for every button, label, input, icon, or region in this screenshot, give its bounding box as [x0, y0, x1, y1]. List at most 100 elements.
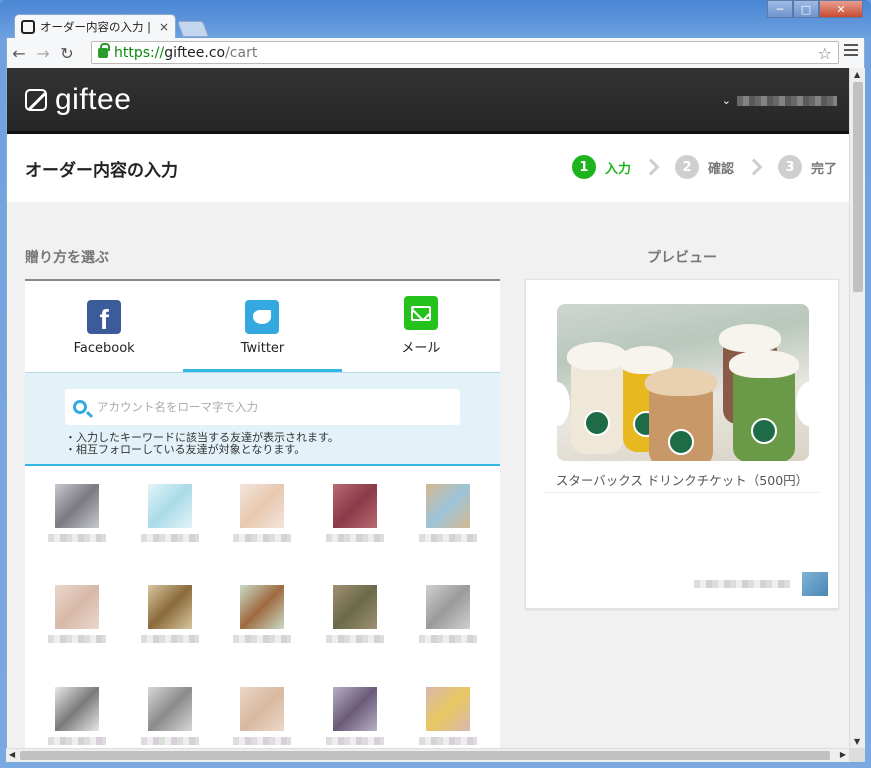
friend-item[interactable] [31, 585, 124, 664]
browser-tab[interactable]: オーダー内容の入力 | ソ × [14, 14, 176, 39]
search-icon [73, 400, 87, 414]
ticket-notch [557, 382, 570, 426]
favicon-icon [21, 20, 35, 34]
close-window-button[interactable]: ✕ [819, 0, 863, 18]
friend-name-redacted [326, 635, 385, 644]
friend-name-redacted [233, 736, 292, 745]
ticket-name: スターバックス ドリンクチケット（500円） [555, 473, 809, 488]
chevron-down-icon: ⌄ [721, 94, 731, 107]
tab-mail[interactable]: メール [342, 281, 500, 372]
address-bar[interactable]: https://giftee.co/cart ☆ [91, 41, 839, 64]
avatar [147, 585, 192, 630]
friend-item[interactable] [216, 585, 309, 664]
ticket-image [557, 304, 809, 461]
hint-line: ・相互フォローしている友達が対象となります。 [65, 443, 306, 456]
friend-item[interactable] [124, 484, 217, 563]
tab-facebook[interactable]: f Facebook [25, 281, 183, 372]
friend-name-redacted [140, 736, 199, 745]
friend-name-redacted [233, 635, 292, 644]
friend-item[interactable] [309, 686, 402, 748]
friend-grid [25, 466, 500, 748]
friend-item[interactable] [31, 484, 124, 563]
friend-name-redacted [418, 534, 477, 542]
friend-name-redacted [140, 534, 199, 542]
avatar [147, 686, 192, 731]
friend-item[interactable] [309, 585, 402, 664]
title-bar: オーダー内容の入力 1 入力 2 確認 3 完了 [7, 134, 849, 202]
search-input[interactable]: アカウント名をローマ字で入力 [65, 389, 460, 425]
maximize-button[interactable]: □ [793, 0, 819, 18]
method-label: Twitter [240, 341, 285, 356]
menu-icon[interactable] [844, 44, 858, 59]
url-scheme: https:// [114, 44, 165, 61]
friend-item[interactable] [124, 686, 217, 748]
friend-item[interactable] [309, 484, 402, 563]
step-confirm: 2 確認 [674, 155, 734, 179]
method-label: メール [401, 341, 441, 356]
giftee-logo[interactable]: giftee [25, 83, 131, 117]
giftee-logo-icon [25, 88, 47, 111]
back-icon[interactable]: ← [7, 41, 31, 65]
lock-icon [98, 42, 110, 58]
avatar [55, 484, 100, 528]
logo-text: giftee [55, 82, 132, 116]
friend-item[interactable] [401, 686, 494, 748]
step-label: 入力 [604, 161, 631, 177]
method-label: Facebook [73, 341, 135, 356]
scrollbar-corner [849, 748, 865, 762]
method-tabs: f Facebook Twitter メール [25, 281, 500, 372]
page-title: オーダー内容の入力 [25, 160, 178, 181]
avatar [333, 585, 378, 630]
user-menu[interactable]: ⌄ [722, 94, 837, 107]
new-tab-button[interactable] [177, 21, 209, 37]
url-host: giftee.co [164, 44, 226, 61]
friend-item[interactable] [216, 686, 309, 748]
avatar [425, 686, 470, 731]
forward-icon[interactable]: → [31, 41, 55, 65]
preview-label: プレビュー [647, 250, 717, 266]
avatar [55, 585, 100, 630]
friend-name-redacted [48, 534, 107, 542]
tab-title: オーダー内容の入力 | ソ [40, 20, 155, 34]
friend-name-redacted [48, 635, 107, 644]
bookmark-star-icon[interactable]: ☆ [818, 44, 832, 63]
avatar [802, 572, 828, 596]
ticket-notch [796, 382, 809, 426]
scrollbar-thumb[interactable] [853, 82, 863, 292]
search-hints: ・入力したキーワードに該当する友達が表示されます。 ・相互フォローしている友達が… [65, 432, 460, 456]
friend-name-redacted [233, 534, 292, 542]
friend-item[interactable] [124, 585, 217, 664]
step-input: 1 入力 [571, 155, 631, 179]
site-header: giftee ⌄ [7, 68, 849, 134]
friend-name-redacted [140, 635, 199, 644]
mail-icon [403, 296, 438, 330]
twitter-icon [245, 300, 280, 334]
window-controls: ─ □ ✕ [767, 0, 863, 18]
tab-twitter[interactable]: Twitter [183, 281, 342, 372]
tab-close-icon[interactable]: × [159, 20, 169, 34]
avatar [333, 686, 378, 731]
step-complete: 3 完了 [777, 155, 837, 179]
friend-item[interactable] [401, 585, 494, 664]
user-name-redacted [737, 95, 837, 106]
avatar [333, 484, 378, 528]
reload-icon[interactable]: ↻ [55, 41, 79, 65]
friend-name-redacted [418, 736, 477, 745]
gift-method-panel: 贈り方を選ぶ f Facebook Twitter メール アカウント名をローマ… [25, 202, 500, 748]
scrollbar-thumb[interactable] [20, 751, 830, 760]
horizontal-scrollbar[interactable]: ◀ ▶ [6, 748, 849, 762]
step-number: 3 [777, 155, 802, 179]
friend-item[interactable] [31, 686, 124, 748]
friend-item[interactable] [216, 484, 309, 563]
avatar [147, 484, 192, 528]
minimize-button[interactable]: ─ [767, 0, 793, 18]
friend-search-area: アカウント名をローマ字で入力 ・入力したキーワードに該当する友達が表示されます。… [25, 372, 500, 466]
chevron-right-icon [642, 158, 660, 176]
tab-strip: オーダー内容の入力 | ソ × ─ □ ✕ [0, 0, 871, 39]
friend-item[interactable] [401, 484, 494, 563]
friend-name-redacted [48, 736, 107, 745]
avatar [240, 484, 285, 528]
url-path: /cart [225, 44, 258, 61]
preview-panel: プレビュー スターバックス ドリンクチケット（500円） [525, 202, 839, 609]
vertical-scrollbar[interactable]: ▲ ▼ [849, 68, 865, 748]
